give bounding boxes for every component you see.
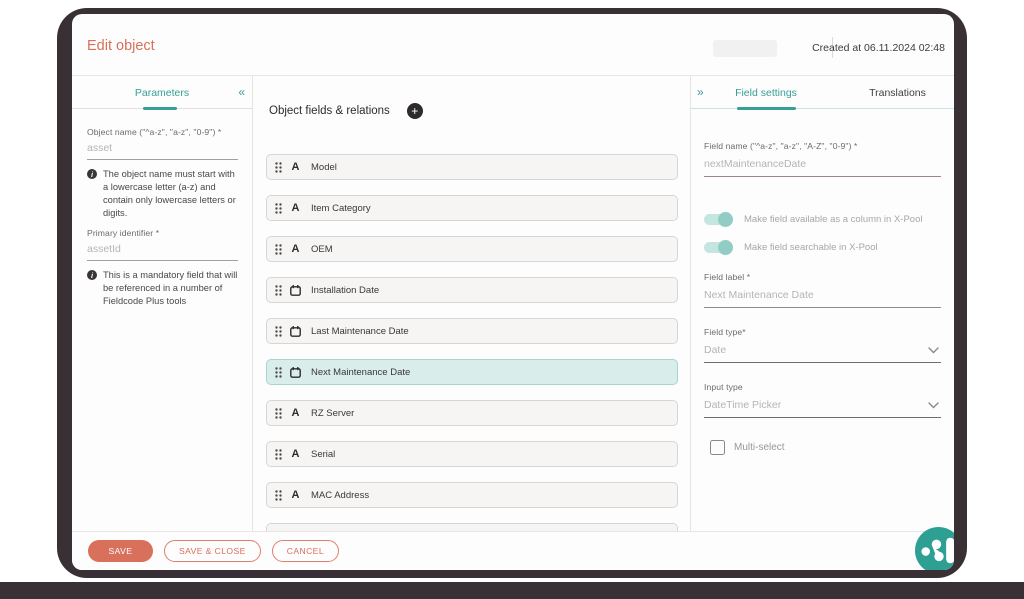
field-item-label: Serial <box>311 449 335 460</box>
text-type-icon: A <box>289 407 302 419</box>
drag-handle-icon[interactable] <box>275 203 282 214</box>
info-icon: i <box>87 270 97 280</box>
save-button[interactable]: SAVE <box>88 540 153 562</box>
field-item-last-maintenance-date[interactable]: Last Maintenance Date <box>266 318 678 344</box>
object-fields-column: Object fields & relations + A Model A It… <box>253 76 691 531</box>
field-item-label: OEM <box>311 244 333 255</box>
field-item-mac-address[interactable]: A MAC Address <box>266 482 678 508</box>
toggle-label: Make field searchable in X-Pool <box>744 242 878 253</box>
text-type-icon: A <box>289 243 302 255</box>
multi-select-row: Multi-select <box>710 440 941 455</box>
collapse-panel-icon[interactable]: « <box>238 85 245 99</box>
field-item-label: RZ Server <box>311 408 354 419</box>
cancel-button[interactable]: CANCEL <box>272 540 339 562</box>
add-field-button[interactable]: + <box>407 103 423 119</box>
field-name-input[interactable]: nextMaintenanceDate <box>704 158 941 177</box>
field-item-label: Next Maintenance Date <box>311 367 410 378</box>
toggle-row-xpool-column: Make field available as a column in X-Po… <box>704 214 941 225</box>
drag-handle-icon[interactable] <box>275 244 282 255</box>
primary-identifier-label: Primary identifier * <box>87 228 238 238</box>
input-type-value: DateTime Picker <box>704 399 781 411</box>
input-type-select[interactable]: DateTime Picker <box>704 399 941 418</box>
tab-translations[interactable]: Translations <box>841 76 954 108</box>
fields-column-header: Object fields & relations + <box>253 76 690 119</box>
text-type-icon: A <box>289 448 302 460</box>
drag-handle-icon[interactable] <box>275 367 282 378</box>
field-item-model[interactable]: A Model <box>266 154 678 180</box>
field-item-next-maintenance-date-selected[interactable]: Next Maintenance Date <box>266 359 678 385</box>
drag-handle-icon[interactable] <box>275 408 282 419</box>
object-name-input[interactable]: asset <box>87 142 238 160</box>
field-item-installation-date[interactable]: Installation Date <box>266 277 678 303</box>
toggle-label: Make field available as a column in X-Po… <box>744 214 922 225</box>
field-item-lpr-software-version[interactable]: A LPR Software Version <box>266 523 678 531</box>
toggle-row-xpool-search: Make field searchable in X-Pool <box>704 242 941 253</box>
multi-select-label: Multi-select <box>734 442 785 453</box>
expand-panel-icon[interactable]: » <box>697 85 704 99</box>
field-label-input[interactable]: Next Maintenance Date <box>704 289 941 308</box>
field-item-label: Last Maintenance Date <box>311 326 409 337</box>
tab-indicator <box>143 107 177 110</box>
chevron-down-icon <box>928 402 939 409</box>
info-icon: i <box>87 169 97 179</box>
tab-indicator <box>737 107 796 110</box>
fields-column-title: Object fields & relations <box>269 105 390 117</box>
drag-handle-icon[interactable] <box>275 285 282 296</box>
drag-handle-icon[interactable] <box>275 490 282 501</box>
field-item-serial[interactable]: A Serial <box>266 441 678 467</box>
calendar-icon <box>290 285 301 296</box>
page-title: Edit object <box>87 38 155 54</box>
field-type-label: Field type* <box>704 327 941 337</box>
chevron-down-icon <box>928 347 939 354</box>
field-item-oem[interactable]: A OEM <box>266 236 678 262</box>
field-item-label: Model <box>311 162 337 173</box>
created-at-text: Created at 06.11.2024 02:48 <box>812 42 945 54</box>
text-type-icon: A <box>289 161 302 173</box>
toggle-knob <box>718 212 733 227</box>
toggle-knob <box>718 240 733 255</box>
calendar-icon <box>290 326 301 337</box>
object-name-info: i The object name must start with a lowe… <box>87 168 238 220</box>
field-label-label: Field label * <box>704 272 941 282</box>
xpool-search-toggle[interactable] <box>704 242 731 253</box>
header-placeholder-chip <box>713 40 777 57</box>
field-settings-panel: » Field settings Translations Field name… <box>691 76 954 531</box>
footer-bar: SAVE SAVE & CLOSE CANCEL <box>72 531 954 570</box>
parameters-panel: Parameters « Object name ("^a-z", "a-z",… <box>72 76 253 531</box>
fieldcode-logo <box>915 527 954 570</box>
field-item-rz-server[interactable]: A RZ Server <box>266 400 678 426</box>
drag-handle-icon[interactable] <box>275 449 282 460</box>
primary-identifier-input[interactable]: assetId <box>87 243 238 261</box>
drag-handle-icon[interactable] <box>275 326 282 337</box>
text-type-icon: A <box>289 489 302 501</box>
field-item-item-category[interactable]: A Item Category <box>266 195 678 221</box>
object-name-label: Object name ("^a-z", "a-z", "0-9") * <box>87 127 238 137</box>
field-type-select[interactable]: Date <box>704 344 941 363</box>
field-name-label: Field name ("^a-z", "a-z", "A-Z", "0-9")… <box>704 141 941 151</box>
calendar-icon <box>290 367 301 378</box>
drag-handle-icon[interactable] <box>275 162 282 173</box>
device-base <box>0 582 1024 599</box>
text-type-icon: A <box>289 202 302 214</box>
app-header: Edit object Created at 06.11.2024 02:48 <box>72 14 954 76</box>
primary-identifier-info: i This is a mandatory field that will be… <box>87 269 238 308</box>
fields-list: A Model A Item Category A OEM Installati… <box>266 154 678 531</box>
input-type-label: Input type <box>704 382 941 392</box>
info-text: The object name must start with a lowerc… <box>103 168 238 220</box>
field-type-value: Date <box>704 344 726 356</box>
settings-tab-bar: » Field settings Translations <box>691 76 954 109</box>
app-window: Edit object Created at 06.11.2024 02:48 … <box>72 14 954 570</box>
tab-field-settings[interactable]: Field settings <box>691 76 841 108</box>
xpool-column-toggle[interactable] <box>704 214 731 225</box>
parameters-tab-bar: Parameters « <box>72 76 252 109</box>
field-item-label: Item Category <box>311 203 371 214</box>
multi-select-checkbox[interactable] <box>710 440 725 455</box>
tab-parameters[interactable]: Parameters <box>72 87 252 99</box>
field-item-label: Installation Date <box>311 285 379 296</box>
info-text: This is a mandatory field that will be r… <box>103 269 238 308</box>
save-and-close-button[interactable]: SAVE & CLOSE <box>164 540 261 562</box>
field-item-label: MAC Address <box>311 490 369 501</box>
